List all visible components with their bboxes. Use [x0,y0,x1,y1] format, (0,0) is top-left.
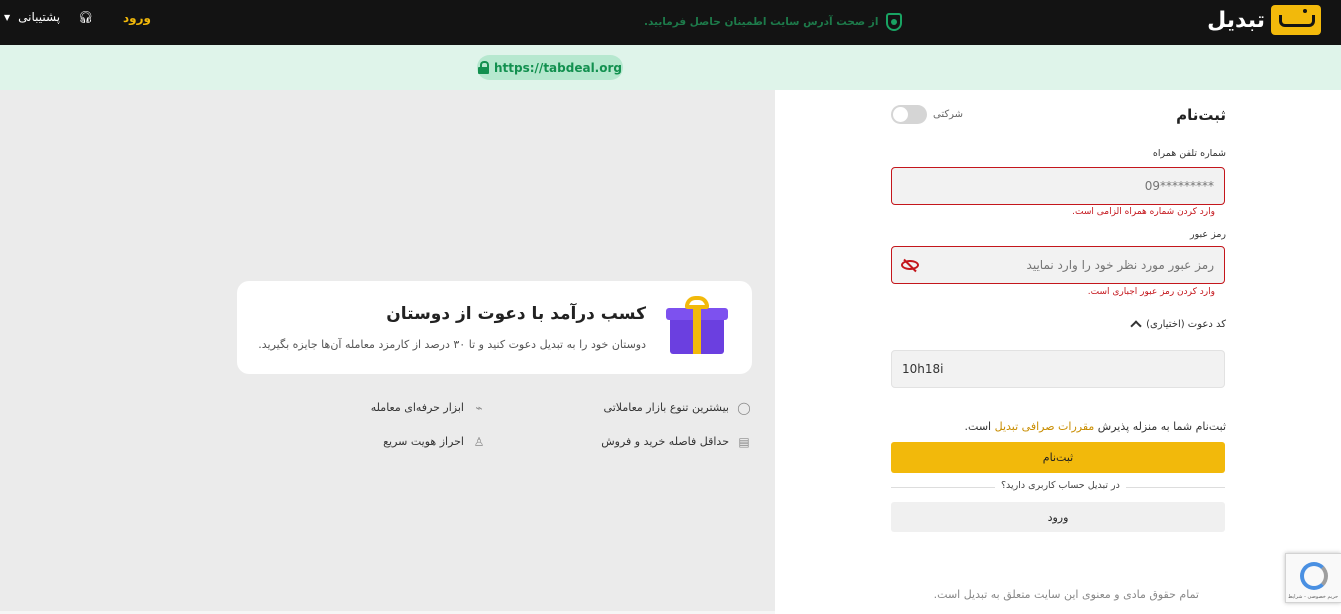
feature-label: ابزار حرفه‌ای معامله [370,401,464,414]
terms-suffix: است. [964,420,992,433]
lock-icon [478,61,489,74]
recaptcha-logo-icon [1300,562,1328,590]
feature-pro-tools: ⌁ ابزار حرفه‌ای معامله [371,401,486,414]
logo-mark-icon [1271,5,1321,35]
recaptcha-text: حریم خصوصی - شرایط [1288,594,1339,600]
user-check-icon: ♙ [473,434,485,449]
password-field-wrapper [891,246,1225,284]
card-icon: ▤ [738,434,750,449]
support-label: پشتیبانی [18,10,61,24]
gift-box-icon [666,296,728,356]
register-submit-button[interactable]: ثبت‌نام [891,442,1225,473]
copyright-text: تمام حقوق مادی و معنوی این سایت متعلق به… [933,588,1199,601]
headset-icon: 🎧︎ [78,10,94,24]
security-message-text: از صحت آدرس سایت اطمینان حاصل فرمایید. [644,16,879,28]
secure-url-text: https://tabdeal.org [494,60,622,75]
referral-field-wrapper [891,350,1225,388]
login-button[interactable]: ورود [891,502,1225,532]
promo-subtitle: دوستان خود را به تبدیل دعوت کنید و تا ۳۰… [258,338,646,351]
referral-code-toggle[interactable]: کد دعوت (اختیاری) [1130,318,1226,332]
feature-label: احراز هویت سریع [383,435,464,448]
corporate-label: شرکتی [933,109,964,120]
phone-label: شماره تلفن همراه [1152,148,1226,159]
chevron-up-icon [1130,320,1142,332]
password-input[interactable] [892,247,1224,283]
referral-input[interactable] [892,351,1224,387]
tabdeal-logo[interactable]: تبدیل [1207,4,1321,36]
phone-input[interactable] [892,168,1224,204]
header-login-link[interactable]: ورود [123,11,151,25]
eye-off-icon[interactable] [901,258,919,272]
coins-icon: ◯ [737,400,751,415]
password-error: وارد کردن رمز عبور اجباری است. [1087,287,1215,297]
feature-fast-kyc: ♙ احراز هویت سریع [383,435,486,448]
feature-label: بیشترین تنوع بازار معاملاتی [603,401,729,414]
recaptcha-badge[interactable]: حریم خصوصی - شرایط [1285,553,1341,603]
phone-error: وارد کردن شماره همراه الزامی است. [1072,207,1215,217]
feature-market-variety: ◯ بیشترین تنوع بازار معاملاتی [604,401,751,414]
caret-down-icon: ▼ [4,12,11,22]
has-account-text: در تبدیل حساب کاربری دارید؟ [995,480,1126,491]
terms-prefix: ثبت‌نام شما به منزله پذیرش [1097,420,1226,433]
terms-text: ثبت‌نام شما به منزله پذیرش مقررات صرافی … [965,420,1226,433]
feature-label: حداقل فاصله خرید و فروش [601,435,729,448]
password-label: رمز عبور [1190,229,1226,240]
register-title: ثبت‌نام [1176,106,1226,124]
shield-lock-icon [886,13,903,31]
corporate-toggle[interactable] [891,105,927,124]
referral-label: کد دعوت (اختیاری) [1146,318,1226,330]
support-menu[interactable]: ▼ پشتیبانی 🎧︎ [4,10,93,24]
secure-url-badge: https://tabdeal.org [477,55,623,80]
security-banner [0,45,1341,90]
promo-title: کسب درآمد با دعوت از دوستان [386,304,646,324]
phone-field-wrapper [891,167,1225,205]
terms-link[interactable]: مقررات صرافی تبدیل [995,420,1095,433]
logo-text: تبدیل [1207,7,1265,33]
trend-icon: ⌁ [475,400,483,415]
security-message: از صحت آدرس سایت اطمینان حاصل فرمایید. [644,13,903,31]
feature-min-spread: ▤ حداقل فاصله خرید و فروش [601,435,751,448]
